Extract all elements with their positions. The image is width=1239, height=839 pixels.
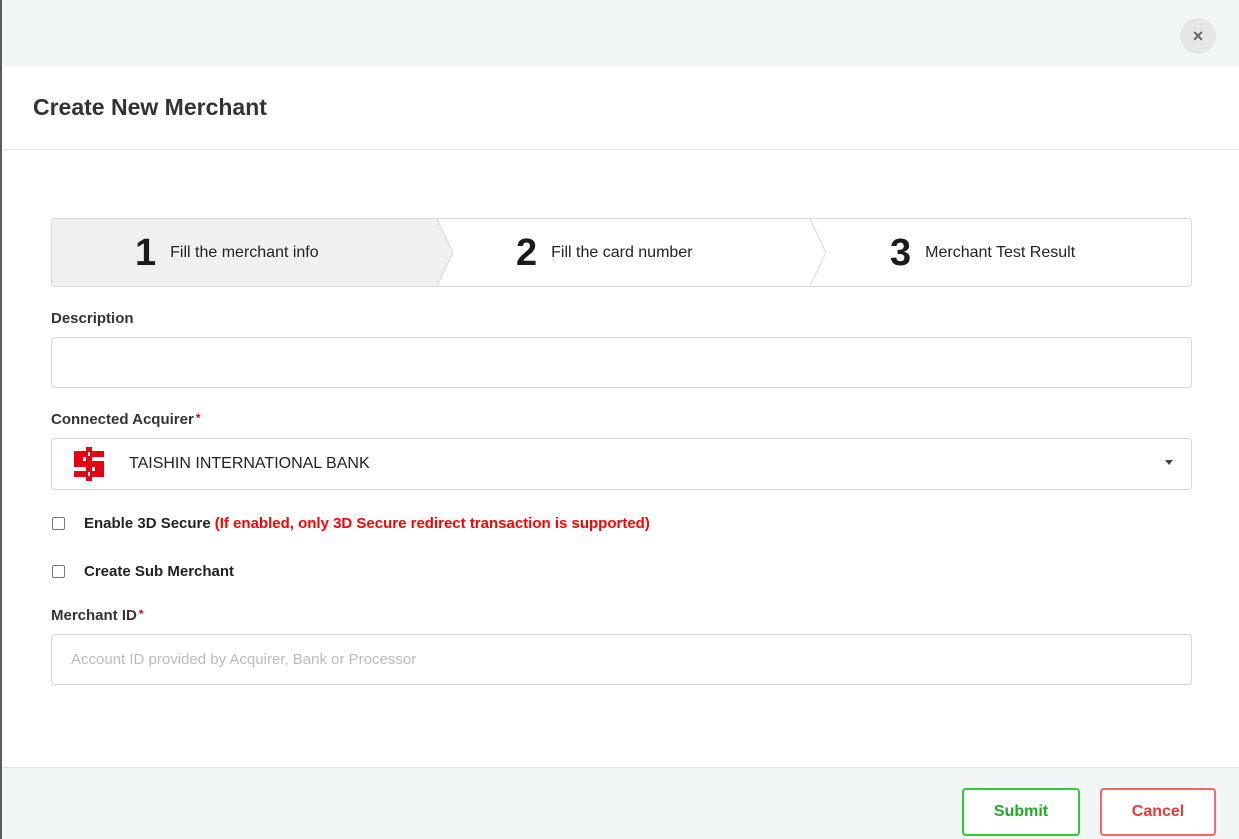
- acquirer-label: Connected Acquirer *: [51, 411, 200, 428]
- step-1-number: 1: [135, 231, 157, 274]
- merchant-id-label-text: Merchant ID: [51, 607, 137, 624]
- window-left-edge: [0, 0, 2, 839]
- step-2-number: 2: [516, 231, 538, 274]
- acquirer-select[interactable]: TAISHIN INTERNATIONAL BANK: [51, 438, 1192, 490]
- enable-3ds-row: Enable 3D Secure (If enabled, only 3D Se…: [52, 515, 650, 532]
- close-icon: ×: [1192, 25, 1204, 46]
- description-input[interactable]: [51, 337, 1192, 388]
- enable-3ds-note: (If enabled, only 3D Secure redirect tra…: [214, 515, 650, 532]
- modal-top-bar: [2, 0, 1239, 66]
- required-mark: *: [195, 411, 201, 425]
- acquirer-label-text: Connected Acquirer: [51, 411, 194, 428]
- step-1-label: Fill the merchant info: [170, 243, 319, 261]
- cancel-button[interactable]: Cancel: [1100, 788, 1216, 836]
- title-divider: [2, 149, 1239, 150]
- merchant-id-label: Merchant ID *: [51, 607, 144, 624]
- modal-title: Create New Merchant: [33, 94, 267, 120]
- step-2-label: Fill the card number: [551, 243, 693, 261]
- taishin-bank-logo-icon: [74, 447, 104, 481]
- close-button[interactable]: ×: [1180, 18, 1216, 54]
- step-2: 2 Fill the card number: [438, 219, 811, 286]
- step-chevron-icon: [437, 219, 454, 286]
- step-3-number: 3: [890, 231, 912, 274]
- step-3-label: Merchant Test Result: [925, 243, 1076, 261]
- submit-button[interactable]: Submit: [962, 788, 1080, 836]
- description-label: Description: [51, 310, 134, 327]
- chevron-down-icon: [1165, 460, 1173, 465]
- step-chevron-icon: [810, 219, 827, 286]
- step-indicator: 1 Fill the merchant info 2 Fill the card…: [51, 218, 1192, 287]
- merchant-id-input[interactable]: [51, 634, 1192, 685]
- sub-merchant-checkbox[interactable]: [52, 565, 65, 578]
- required-mark: *: [138, 607, 144, 621]
- sub-merchant-label: Create Sub Merchant: [84, 563, 235, 580]
- enable-3ds-label: Enable 3D Secure: [84, 515, 211, 532]
- acquirer-selected-value: TAISHIN INTERNATIONAL BANK: [129, 455, 370, 472]
- step-3: 3 Merchant Test Result: [811, 219, 1191, 286]
- enable-3ds-checkbox[interactable]: [52, 517, 65, 530]
- sub-merchant-row: Create Sub Merchant: [52, 563, 234, 580]
- step-1: 1 Fill the merchant info: [52, 219, 438, 286]
